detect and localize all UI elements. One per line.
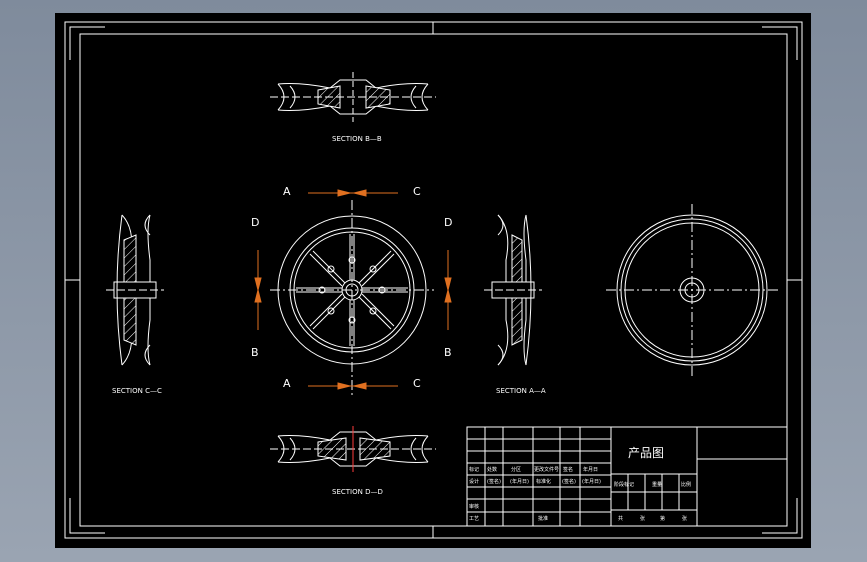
tb-label-2: 分区 (511, 466, 521, 473)
tb-stage-0: 阶段标记 (614, 481, 634, 488)
tb-label-4: 签名 (563, 466, 573, 473)
tb-row2-4: (签名) (562, 478, 576, 485)
tb-row3-0: 审核 (469, 503, 479, 510)
tb-sheet-1: 张 (640, 515, 645, 522)
tb-label-1: 处数 (487, 466, 497, 473)
section-bb-label: SECTION B—B (332, 135, 382, 143)
tb-row2-0: 设计 (469, 478, 479, 485)
tb-row2-2: (年月日) (510, 478, 529, 485)
cut-letter-b-left: B (251, 346, 259, 359)
section-aa-label: SECTION A—A (496, 387, 546, 395)
tb-label-3: 更改文件号 (534, 466, 559, 473)
tb-label-0: 标记 (469, 466, 479, 473)
tb-row3-1: 工艺 (469, 516, 479, 522)
cut-letter-a-top: A (283, 185, 291, 198)
cut-letter-d-left: D (251, 216, 259, 229)
cut-letter-a-bottom: A (283, 377, 291, 390)
tb-stage-1: 重量 (652, 481, 662, 488)
tb-sheet-0: 共 (618, 515, 623, 522)
cad-viewport[interactable]: SECTION B—B A C A C D B D B SECTION C—C … (0, 0, 867, 562)
tb-row2-1: (签名) (487, 478, 501, 485)
tb-label-5: 年月日 (583, 466, 598, 473)
section-dd-label: SECTION D—D (332, 488, 383, 496)
tb-row2-5: (年月日) (582, 478, 601, 485)
tb-row2-3: 标准化 (536, 478, 551, 485)
drawing-sheet: SECTION B—B A C A C D B D B SECTION C—C … (55, 13, 811, 548)
cut-letter-c-bottom: C (413, 377, 421, 390)
tb-sheet-2: 第 (660, 515, 665, 522)
cut-letter-c-top: C (413, 185, 421, 198)
tb-row3-2: 批准 (538, 515, 548, 522)
drawing-background (55, 13, 811, 548)
section-cc-label: SECTION C—C (112, 387, 162, 395)
tb-stage-2: 比例 (681, 481, 691, 488)
tb-sheet-3: 张 (682, 515, 687, 522)
title-block-title: 产品图 (628, 446, 664, 460)
cut-letter-d-right: D (444, 216, 452, 229)
cut-letter-b-right: B (444, 346, 452, 359)
